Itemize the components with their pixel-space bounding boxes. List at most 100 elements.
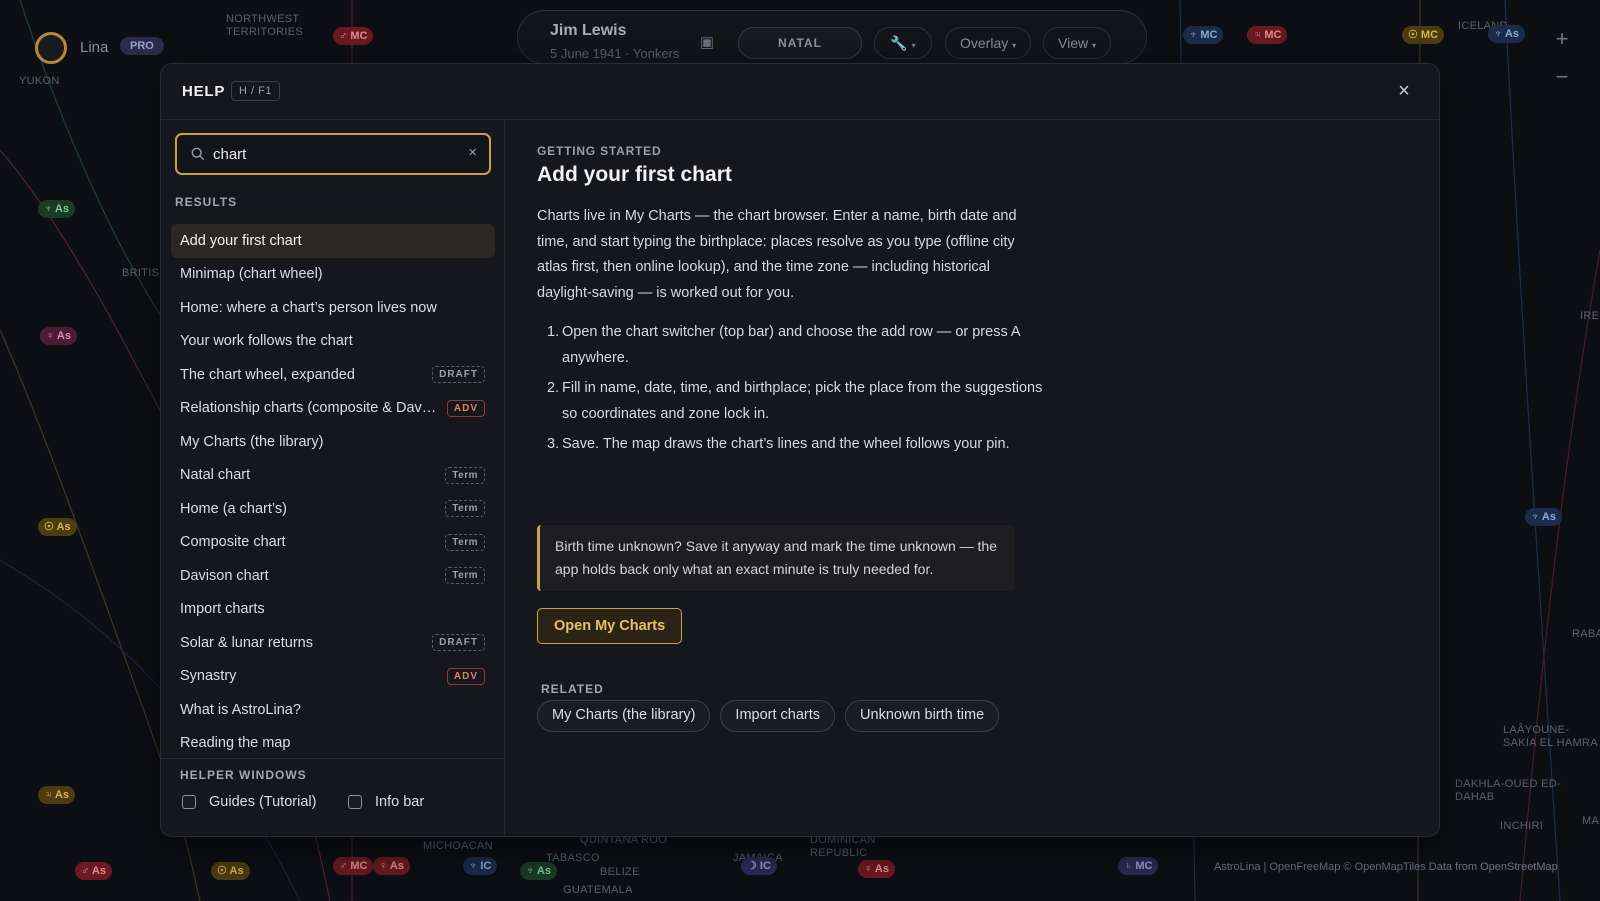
result-item[interactable]: What is AstroLina? — [171, 693, 495, 727]
help-dialog: HELP H / F1 × × RESULTS Add your first c… — [160, 63, 1440, 837]
map-line-tag: ☉ As — [38, 518, 77, 536]
overlay-dropdown[interactable]: Overlay ▾ — [945, 27, 1032, 59]
map-line-tag: ♂ MC — [333, 27, 374, 45]
result-label: Home (a chart’s) — [180, 500, 287, 517]
result-item[interactable]: Your work follows the chart — [171, 325, 495, 359]
zoom-in-button[interactable]: + — [1545, 22, 1579, 56]
search-input[interactable] — [213, 135, 463, 173]
open-my-charts-button[interactable]: Open My Charts — [537, 608, 683, 644]
result-label: Solar & lunar returns — [180, 634, 313, 651]
map-line-tag: ☉ MC — [1402, 26, 1445, 44]
wrench-icon: 🔧 — [890, 35, 908, 51]
help-article: GETTING STARTED Add your first chart Cha… — [537, 120, 1417, 836]
zoom-out-button[interactable]: − — [1545, 60, 1579, 94]
app-logo[interactable] — [35, 32, 67, 64]
result-label: Reading the map — [180, 735, 291, 752]
map-line-tag: ♀ As — [40, 327, 77, 345]
result-badge: Term — [445, 500, 485, 518]
view-dropdown[interactable]: View ▾ — [1043, 27, 1111, 59]
tip-callout: Birth time unknown? Save it anyway and m… — [537, 525, 1015, 591]
tools-dropdown[interactable]: 🔧 ▾ — [874, 27, 932, 59]
chart-mode-button[interactable]: NATAL — [738, 27, 862, 59]
search-box[interactable]: × — [175, 133, 491, 175]
map-line-tag: ♃ As — [38, 786, 75, 804]
result-item[interactable]: Home: where a chart’s person lives now — [171, 291, 495, 325]
result-label: Minimap (chart wheel) — [180, 266, 323, 283]
help-header: HELP H / F1 × — [161, 64, 1439, 120]
results-heading: RESULTS — [175, 195, 238, 209]
map-line-tag: ♀ As — [858, 860, 895, 878]
info-bar-checkbox[interactable]: Info bar — [348, 794, 424, 810]
map-line-tag: ♆ IC — [463, 857, 498, 875]
checkbox-box[interactable] — [348, 795, 362, 809]
guides-checkbox[interactable]: Guides (Tutorial) — [182, 794, 316, 810]
related-heading: RELATED — [541, 682, 604, 696]
step-item: 2. Fill in name, date, time, and birthpla… — [547, 380, 1043, 422]
map-label: NORTHWEST TERRITORIES — [226, 13, 304, 38]
map-label: RABA — [1572, 628, 1600, 640]
result-item[interactable]: Import charts — [171, 593, 495, 627]
step-item: 3. Save. The map draws the chart’s lines … — [547, 436, 1010, 452]
result-item[interactable]: Composite chart Term — [171, 526, 495, 560]
chevron-down-icon: ▾ — [911, 41, 916, 50]
result-item[interactable]: Minimap (chart wheel) — [171, 258, 495, 292]
result-item[interactable]: Home (a chart’s) Term — [171, 492, 495, 526]
checkbox-label: Guides (Tutorial) — [209, 794, 317, 810]
map-line-tag: ☽ IC — [741, 857, 777, 875]
related-chip[interactable]: Import charts — [720, 700, 836, 732]
result-badge: ADV — [446, 399, 485, 417]
result-badge: DRAFT — [432, 634, 485, 652]
map-label: BELIZE — [600, 866, 640, 878]
result-label: Your work follows the chart — [180, 333, 353, 350]
helper-windows-heading: HELPER WINDOWS — [180, 768, 307, 782]
chevron-down-icon: ▾ — [1091, 41, 1096, 50]
map-line-tag: ♂ MC — [333, 857, 374, 875]
result-item[interactable]: My Charts (the library) — [171, 425, 495, 459]
checkbox-box[interactable] — [182, 795, 196, 809]
result-label: Synastry — [180, 668, 237, 685]
results-list: Add your first chart Minimap (chart wheel… — [171, 224, 495, 760]
result-label: Home: where a chart’s person lives now — [180, 299, 437, 316]
result-item[interactable]: Relationship charts (composite & Davison… — [171, 392, 495, 426]
related-chips: My Charts (the library) Import charts Un… — [537, 700, 1000, 732]
steps-list: 1. Open the chart switcher (top bar) and … — [537, 320, 1047, 463]
map-line-tag: ♆ As — [1525, 508, 1562, 526]
result-label: Add your first chart — [180, 232, 302, 249]
result-item[interactable]: Natal chart Term — [171, 459, 495, 493]
map-label: INCHIRI — [1500, 820, 1544, 832]
article-intro: Charts live in My Charts — the chart bro… — [537, 208, 1017, 301]
map-line-tag: ♆ MC — [1183, 26, 1224, 44]
close-button[interactable]: × — [1393, 80, 1415, 102]
map-line-tag: ♂ As — [75, 862, 112, 880]
chart-person-name[interactable]: Jim Lewis — [550, 22, 626, 40]
map-line-tag: ☉ As — [211, 862, 250, 880]
clear-search-icon[interactable]: × — [468, 145, 477, 161]
map-label: MAURI — [1582, 815, 1600, 827]
map-line-tag: ♃ MC — [1247, 26, 1288, 44]
result-item[interactable]: Davison chart Term — [171, 559, 495, 593]
result-label: What is AstroLina? — [180, 701, 301, 718]
result-item[interactable]: Synastry ADV — [171, 660, 495, 694]
chart-subtitle: 5 June 1941 · Yonkers — [550, 46, 680, 61]
result-item[interactable]: The chart wheel, expanded DRAFT — [171, 358, 495, 392]
map-line-tag: ♀ As — [373, 857, 410, 875]
map-line-tag: ♆ As — [1488, 25, 1525, 43]
sidebar-toggle-icon[interactable]: ▣ — [697, 33, 717, 53]
result-badge: ADV — [446, 667, 485, 685]
map-label: TABASCO — [546, 852, 600, 864]
result-item[interactable]: Add your first chart — [171, 224, 495, 258]
user-name[interactable]: Lina — [80, 39, 108, 56]
result-item[interactable]: Reading the map — [171, 727, 495, 761]
related-chip[interactable]: My Charts (the library) — [537, 700, 711, 732]
result-badge: Term — [445, 567, 485, 585]
result-label: Composite chart — [180, 534, 286, 551]
map-line-tag: ♆ As — [38, 200, 75, 218]
map-attribution[interactable]: AstroLina | OpenFreeMap © OpenMapTiles D… — [1214, 861, 1558, 873]
map-label: GUATEMALA — [563, 884, 633, 896]
related-chip[interactable]: Unknown birth time — [845, 700, 1000, 732]
map-label: LAÂYOUNE- SAKIA EL HAMRA — [1503, 724, 1598, 749]
help-title: HELP — [182, 83, 226, 100]
result-item[interactable]: Solar & lunar returns DRAFT — [171, 626, 495, 660]
map-background[interactable]: NORTHWEST TERRITORIES YUKON BRITISH MICH… — [0, 0, 1600, 901]
checkbox-label: Info bar — [375, 794, 425, 810]
